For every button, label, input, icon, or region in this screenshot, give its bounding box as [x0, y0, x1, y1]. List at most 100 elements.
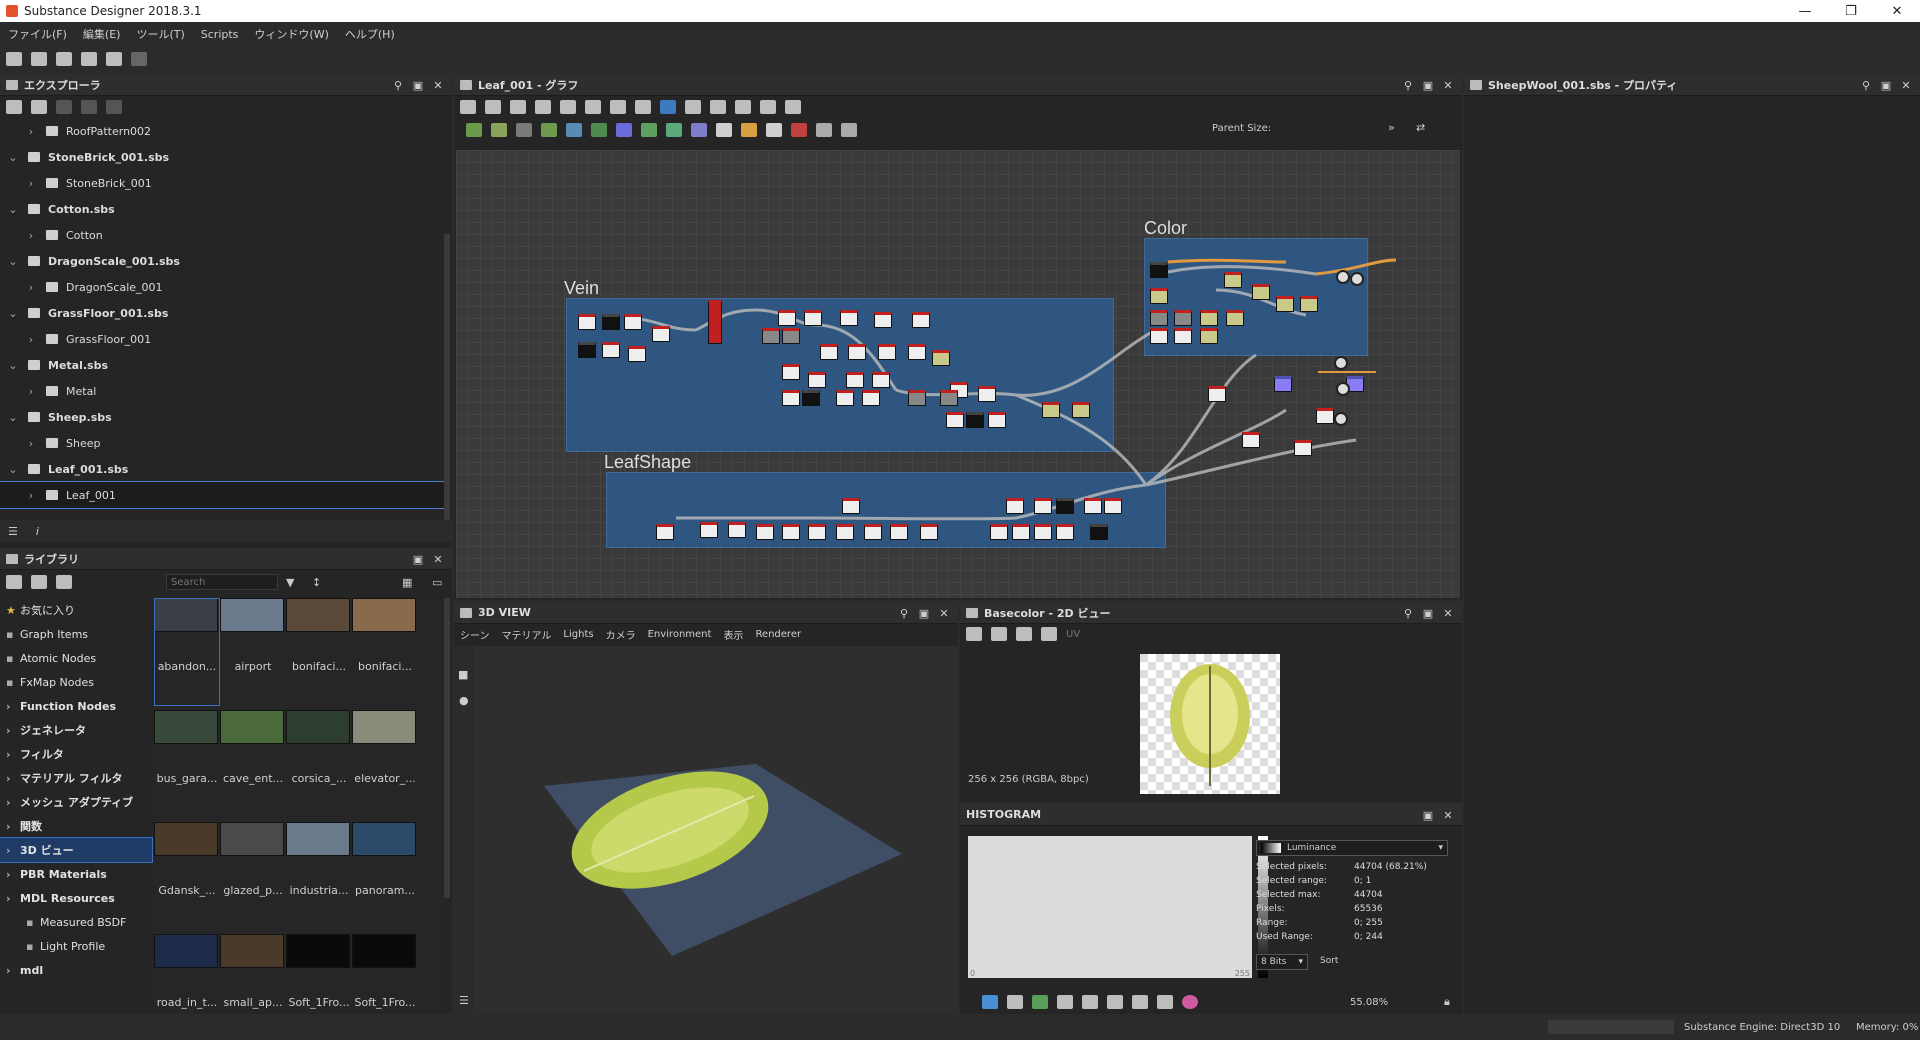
- edit-icon[interactable]: [56, 575, 72, 589]
- graph-node[interactable]: [1034, 498, 1052, 514]
- explorer-row[interactable]: › Sheep: [0, 430, 444, 456]
- environment-thumbnail[interactable]: [352, 934, 416, 968]
- graph-node[interactable]: [1006, 498, 1024, 514]
- library-category[interactable]: › mdl: [0, 958, 152, 982]
- close-icon[interactable]: ✕: [428, 79, 448, 92]
- graph-node[interactable]: [1274, 376, 1292, 392]
- explorer-row[interactable]: ⌄ Sheep.sbs: [0, 404, 444, 430]
- levels-node-icon[interactable]: [566, 123, 582, 137]
- chevron-down-icon[interactable]: ⌄: [6, 359, 20, 372]
- explorer-row[interactable]: ⌄ GrassFloor_001.sbs: [0, 300, 444, 326]
- comment-icon[interactable]: [816, 123, 832, 137]
- frame-all-icon[interactable]: [460, 100, 476, 114]
- graph-node[interactable]: [782, 364, 800, 380]
- graph-node[interactable]: [602, 342, 620, 358]
- environment-thumbnail[interactable]: [220, 934, 284, 968]
- environment-thumbnail[interactable]: [220, 822, 284, 856]
- graph-node[interactable]: [578, 342, 596, 358]
- graph-node[interactable]: [656, 524, 674, 540]
- chevron-down-icon[interactable]: ⌄: [6, 463, 20, 476]
- view2d-image[interactable]: [1140, 654, 1280, 794]
- graph-node[interactable]: [966, 412, 984, 428]
- chevron-right-icon[interactable]: ›: [24, 385, 38, 398]
- environment-thumbnail[interactable]: [220, 710, 284, 744]
- chevron-right-icon[interactable]: ›: [24, 281, 38, 294]
- warp-node-icon[interactable]: [691, 123, 707, 137]
- close-window-button[interactable]: ✕: [1874, 0, 1920, 22]
- explorer-row[interactable]: › RoofPattern002: [0, 118, 444, 144]
- graph-node[interactable]: [1150, 288, 1168, 304]
- environment-thumbnail[interactable]: [154, 934, 218, 968]
- graph-node[interactable]: [1084, 498, 1102, 514]
- environment-thumbnail[interactable]: [286, 598, 350, 632]
- fit-icon[interactable]: [966, 627, 982, 641]
- chevron-right-icon[interactable]: ›: [24, 177, 38, 190]
- graph-node[interactable]: [990, 524, 1008, 540]
- explorer-row[interactable]: › GrassFloor_001: [0, 326, 444, 352]
- graph-node[interactable]: [782, 524, 800, 540]
- library-category[interactable]: › フィルタ: [0, 742, 152, 766]
- export-icon[interactable]: [81, 100, 97, 114]
- channels-icon[interactable]: [1032, 995, 1048, 1009]
- graph-node[interactable]: [862, 390, 880, 406]
- connect-icon[interactable]: [685, 100, 701, 114]
- chevron-right-icon[interactable]: ›: [24, 333, 38, 346]
- publish-icon[interactable]: [56, 100, 72, 114]
- uv-toggle[interactable]: UV: [1066, 629, 1080, 640]
- library-category[interactable]: ★ お気に入り: [0, 598, 152, 622]
- graph-node[interactable]: [932, 350, 950, 366]
- graph-canvas[interactable]: Vein LeafShape Color: [456, 150, 1460, 598]
- filter-icon[interactable]: ▼: [286, 576, 294, 589]
- graph-node[interactable]: [708, 300, 722, 344]
- add-folder-icon[interactable]: [6, 575, 22, 589]
- graph-node[interactable]: [628, 346, 646, 362]
- color-picker-icon[interactable]: [1182, 995, 1198, 1009]
- float-icon[interactable]: ▣: [1418, 607, 1438, 620]
- graph-node[interactable]: [578, 314, 596, 330]
- grid-icon[interactable]: [1057, 995, 1073, 1009]
- graph-node[interactable]: [756, 524, 774, 540]
- grid-view-icon[interactable]: ▦: [402, 576, 412, 589]
- settings-icon[interactable]: [106, 100, 122, 114]
- uniform-color-icon[interactable]: [516, 123, 532, 137]
- graph-node[interactable]: [1200, 310, 1218, 326]
- graph-node[interactable]: [864, 524, 882, 540]
- library-category[interactable]: › MDL Resources: [0, 886, 152, 910]
- camera-icon[interactable]: ■: [458, 668, 468, 681]
- normal-node-icon[interactable]: [716, 123, 732, 137]
- emboss-node-icon[interactable]: [741, 123, 757, 137]
- graph-node[interactable]: [1276, 296, 1294, 312]
- bits-select[interactable]: 8 Bits ▾: [1256, 954, 1308, 970]
- graph-node[interactable]: [1242, 432, 1260, 448]
- graph-node[interactable]: [872, 372, 890, 388]
- history-icon[interactable]: [735, 100, 751, 114]
- save-icon[interactable]: [81, 52, 97, 66]
- share-icon[interactable]: [1041, 627, 1057, 641]
- text-node-icon[interactable]: [766, 123, 782, 137]
- tools-icon[interactable]: [760, 100, 776, 114]
- chevron-down-icon[interactable]: ⌄: [6, 411, 20, 424]
- float-icon[interactable]: ▣: [408, 79, 428, 92]
- view3d-menu-renderer[interactable]: Renderer: [755, 629, 801, 640]
- graph-node[interactable]: [700, 522, 718, 538]
- graph-node[interactable]: [890, 524, 908, 540]
- redo-icon[interactable]: [131, 52, 147, 66]
- tree-icon[interactable]: ☰: [459, 994, 469, 1007]
- library-category[interactable]: › Function Nodes: [0, 694, 152, 718]
- graph-node[interactable]: [778, 310, 796, 326]
- graph-node[interactable]: [940, 390, 958, 406]
- save-icon[interactable]: [6, 100, 22, 114]
- library-scrollbar[interactable]: [444, 598, 450, 898]
- explorer-row[interactable]: › Cotton: [0, 222, 444, 248]
- refresh-icon[interactable]: [31, 100, 47, 114]
- graph-node[interactable]: [1150, 262, 1168, 278]
- python-icon[interactable]: [660, 100, 676, 114]
- float-icon[interactable]: ▣: [408, 553, 428, 566]
- checker-icon[interactable]: [1007, 995, 1023, 1009]
- view3d-viewport[interactable]: [474, 646, 958, 1014]
- curve-node-icon[interactable]: [591, 123, 607, 137]
- pin-icon[interactable]: ⚲: [894, 607, 914, 620]
- library-category[interactable]: ▪ Measured BSDF: [0, 910, 152, 934]
- info-icon[interactable]: i: [36, 525, 39, 538]
- graph-node[interactable]: [836, 390, 854, 406]
